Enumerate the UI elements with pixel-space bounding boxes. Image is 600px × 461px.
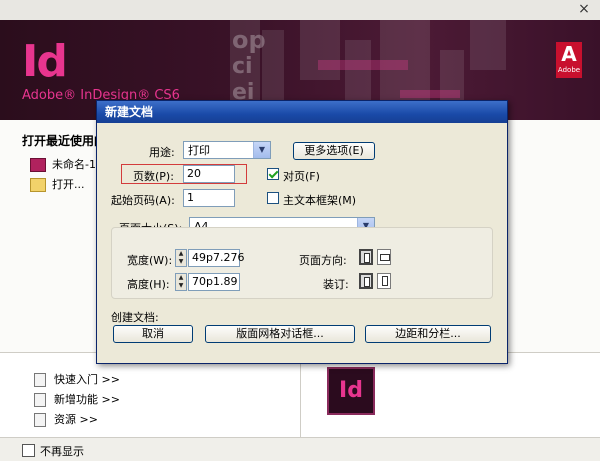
bind-left-icon[interactable] bbox=[359, 273, 373, 289]
footer-bar: 不再显示 bbox=[0, 437, 600, 461]
chevron-down-icon: ▼ bbox=[253, 142, 270, 158]
width-input[interactable]: 49p7.276 bbox=[188, 249, 244, 267]
orientation-label: 页面方向: bbox=[299, 254, 347, 267]
dialog-title: 新建文档 bbox=[105, 105, 154, 119]
facing-pages-label: 对页(F) bbox=[283, 170, 320, 183]
new-document-dialog: 新建文档 用途: 打印 ▼ 更多选项(E) 页数(P): 20 对页(F) 起始… bbox=[96, 100, 508, 364]
create-document-label: 创建文档: bbox=[111, 311, 159, 324]
binding-label: 装订: bbox=[323, 278, 349, 291]
width-label: 宽度(W): bbox=[127, 254, 173, 267]
landscape-orientation-icon[interactable] bbox=[377, 249, 391, 265]
page-icon bbox=[34, 393, 46, 407]
height-stepper[interactable]: ▲ ▼ bbox=[175, 273, 187, 291]
link-label: 资源 >> bbox=[54, 413, 98, 426]
dont-show-label: 不再显示 bbox=[40, 445, 84, 458]
link-label: 新增功能 >> bbox=[54, 393, 120, 406]
start-page-input[interactable]: 1 bbox=[183, 189, 235, 207]
bind-right-icon[interactable] bbox=[377, 273, 391, 289]
height-label: 高度(H): bbox=[127, 278, 170, 291]
indesign-logo: Id bbox=[22, 36, 68, 87]
cancel-button[interactable]: 取消 bbox=[113, 325, 193, 343]
dont-show-checkbox[interactable] bbox=[22, 444, 35, 457]
page-icon bbox=[34, 413, 46, 427]
links-panel: 快速入门 >> 新增功能 >> 资源 >> bbox=[0, 353, 300, 437]
adobe-logo-text: Adobe bbox=[557, 66, 581, 74]
adobe-logo: A Adobe bbox=[556, 42, 582, 78]
banner-deco-text: ci bbox=[232, 54, 253, 79]
link-whats-new[interactable]: 新增功能 >> bbox=[34, 391, 120, 407]
margins-columns-button[interactable]: 边距和分栏... bbox=[365, 325, 491, 343]
window-titlebar: × bbox=[0, 0, 600, 21]
dialog-titlebar[interactable]: 新建文档 bbox=[97, 101, 507, 123]
link-resources[interactable]: 资源 >> bbox=[34, 411, 98, 427]
intent-select[interactable]: 打印 ▼ bbox=[183, 141, 271, 159]
recent-item-label: 打开... bbox=[52, 178, 85, 191]
layout-grid-button[interactable]: 版面网格对话框... bbox=[205, 325, 355, 343]
start-page-label: 起始页码(A): bbox=[111, 194, 175, 207]
intent-value: 打印 bbox=[188, 144, 210, 157]
master-text-frame-label: 主文本框架(M) bbox=[283, 194, 357, 207]
pages-highlight-box bbox=[121, 164, 247, 184]
featured-panel: Id bbox=[300, 353, 600, 437]
folder-icon bbox=[30, 178, 46, 192]
portrait-orientation-icon[interactable] bbox=[359, 249, 373, 265]
master-text-frame-checkbox[interactable] bbox=[267, 192, 279, 204]
link-getting-started[interactable]: 快速入门 >> bbox=[34, 371, 120, 387]
more-options-button[interactable]: 更多选项(E) bbox=[293, 142, 375, 160]
intent-label: 用途: bbox=[149, 146, 175, 159]
close-icon[interactable]: × bbox=[576, 1, 592, 17]
recent-item-open[interactable]: 打开... bbox=[30, 176, 85, 192]
width-stepper[interactable]: ▲ ▼ bbox=[175, 249, 187, 267]
indesign-doc-icon bbox=[30, 158, 46, 172]
link-label: 快速入门 >> bbox=[54, 373, 120, 386]
page-icon bbox=[34, 373, 46, 387]
banner-deco-text: op bbox=[232, 26, 266, 54]
adobe-logo-letter: A bbox=[561, 42, 577, 66]
facing-pages-checkbox[interactable] bbox=[267, 168, 279, 180]
height-input[interactable]: 70p1.89 bbox=[188, 273, 240, 291]
indesign-tile-icon[interactable]: Id bbox=[327, 367, 375, 415]
